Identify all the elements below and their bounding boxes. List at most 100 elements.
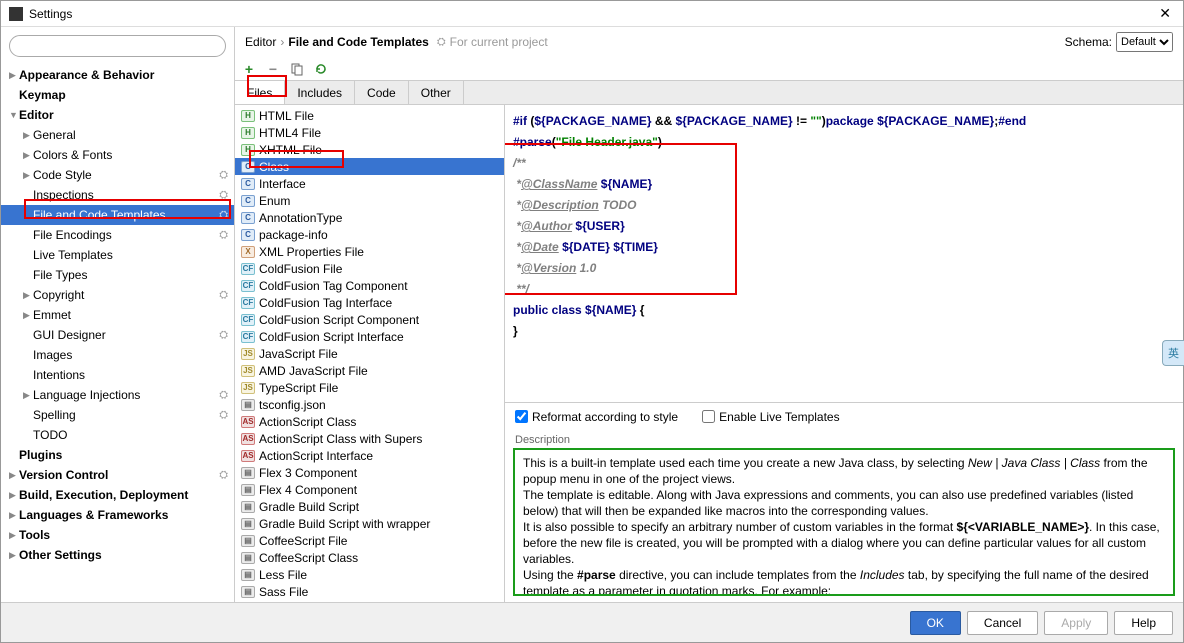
file-item[interactable]: CAnnotationType <box>235 209 504 226</box>
schema-select[interactable]: Default <box>1116 32 1173 52</box>
file-item[interactable]: ▤Less File <box>235 566 504 583</box>
sidebar-item-spelling[interactable]: Spelling⛭ <box>1 405 234 425</box>
file-item[interactable]: ▤Flex 4 Component <box>235 481 504 498</box>
file-item[interactable]: ▤Gradle Build Script with wrapper <box>235 515 504 532</box>
file-item[interactable]: XXML Properties File <box>235 243 504 260</box>
file-item[interactable]: ASActionScript Class with Supers <box>235 430 504 447</box>
dialog-footer: OK Cancel Apply Help <box>1 602 1183 642</box>
tab-includes[interactable]: Includes <box>285 81 355 104</box>
sidebar-item-file-encodings[interactable]: File Encodings⛭ <box>1 225 234 245</box>
file-item[interactable]: ▤CoffeeScript Class <box>235 549 504 566</box>
breadcrumb-current: File and Code Templates <box>288 35 428 49</box>
file-item[interactable]: HXHTML File <box>235 141 504 158</box>
breadcrumb-parent[interactable]: Editor <box>245 35 276 49</box>
file-item[interactable]: JSTypeScript File <box>235 379 504 396</box>
refresh-button[interactable] <box>313 61 329 77</box>
editor-pane: #if (${PACKAGE_NAME} && ${PACKAGE_NAME} … <box>505 105 1183 602</box>
file-type-icon: C <box>241 195 255 207</box>
file-item[interactable]: CFColdFusion Tag Interface <box>235 294 504 311</box>
sidebar-item-images[interactable]: Images <box>1 345 234 365</box>
gear-icon: ⛭ <box>219 329 228 342</box>
file-item[interactable]: HHTML File <box>235 107 504 124</box>
breadcrumb: Editor › File and Code Templates ⛭ For c… <box>235 27 1183 57</box>
file-type-icon: C <box>241 212 255 224</box>
template-editor[interactable]: #if (${PACKAGE_NAME} && ${PACKAGE_NAME} … <box>505 105 1183 402</box>
file-type-icon: JS <box>241 382 255 394</box>
file-item[interactable]: CFColdFusion Script Interface <box>235 328 504 345</box>
template-tabs: FilesIncludesCodeOther <box>235 81 1183 105</box>
sidebar-item-appearance-behavior[interactable]: ▶Appearance & Behavior <box>1 65 234 85</box>
reformat-checkbox[interactable]: Reformat according to style <box>515 410 678 424</box>
file-item[interactable]: ASActionScript Interface <box>235 447 504 464</box>
file-type-icon: ▤ <box>241 484 255 496</box>
copy-button[interactable] <box>289 61 305 77</box>
sidebar-item-inspections[interactable]: Inspections⛭ <box>1 185 234 205</box>
ime-badge[interactable]: 英 <box>1162 340 1184 366</box>
sidebar-item-language-injections[interactable]: ▶Language Injections⛭ <box>1 385 234 405</box>
live-templates-checkbox[interactable]: Enable Live Templates <box>702 410 840 424</box>
description-box: This is a built-in template used each ti… <box>513 448 1175 596</box>
file-item[interactable]: JSAMD JavaScript File <box>235 362 504 379</box>
file-item[interactable]: CFColdFusion Tag Component <box>235 277 504 294</box>
remove-button[interactable]: − <box>265 61 281 77</box>
file-type-icon: C <box>241 178 255 190</box>
titlebar: Settings ✕ <box>1 1 1183 27</box>
sidebar-item-keymap[interactable]: Keymap <box>1 85 234 105</box>
tab-files[interactable]: Files <box>235 81 285 104</box>
sidebar-item-copyright[interactable]: ▶Copyright⛭ <box>1 285 234 305</box>
file-item[interactable]: Cpackage-info <box>235 226 504 243</box>
sidebar-item-gui-designer[interactable]: GUI Designer⛭ <box>1 325 234 345</box>
tab-code[interactable]: Code <box>355 81 409 104</box>
ok-button[interactable]: OK <box>910 611 961 635</box>
file-type-icon: ▤ <box>241 569 255 581</box>
template-file-list[interactable]: HHTML FileHHTML4 FileHXHTML FileCClassCI… <box>235 105 505 602</box>
file-item[interactable]: CClass <box>235 158 504 175</box>
sidebar-item-other-settings[interactable]: ▶Other Settings <box>1 545 234 565</box>
sidebar-item-plugins[interactable]: Plugins <box>1 445 234 465</box>
cancel-button[interactable]: Cancel <box>967 611 1038 635</box>
sidebar-item-build-execution-deployment[interactable]: ▶Build, Execution, Deployment <box>1 485 234 505</box>
file-item[interactable]: ▤Flex 3 Component <box>235 464 504 481</box>
sidebar-item-tools[interactable]: ▶Tools <box>1 525 234 545</box>
sidebar-item-live-templates[interactable]: Live Templates <box>1 245 234 265</box>
file-type-icon: AS <box>241 433 255 445</box>
file-item[interactable]: CEnum <box>235 192 504 209</box>
schema-label: Schema: <box>1065 35 1112 49</box>
file-item[interactable]: CFColdFusion Script Component <box>235 311 504 328</box>
gear-icon: ⛭ <box>219 389 228 402</box>
apply-button[interactable]: Apply <box>1044 611 1108 635</box>
file-type-icon: ▤ <box>241 586 255 598</box>
file-type-icon: X <box>241 246 255 258</box>
search-input[interactable] <box>9 35 226 57</box>
file-type-icon: CF <box>241 280 255 292</box>
file-item[interactable]: HHTML4 File <box>235 124 504 141</box>
close-icon[interactable]: ✕ <box>1155 5 1175 22</box>
file-item[interactable]: ▤Sass File <box>235 583 504 600</box>
sidebar-item-intentions[interactable]: Intentions <box>1 365 234 385</box>
sidebar-item-colors-fonts[interactable]: ▶Colors & Fonts <box>1 145 234 165</box>
file-item[interactable]: CFColdFusion File <box>235 260 504 277</box>
sidebar-item-file-and-code-templates[interactable]: File and Code Templates⛭ <box>1 205 234 225</box>
sidebar-item-code-style[interactable]: ▶Code Style⛭ <box>1 165 234 185</box>
file-item[interactable]: JSJavaScript File <box>235 345 504 362</box>
sidebar-item-todo[interactable]: TODO <box>1 425 234 445</box>
file-item[interactable]: ▤tsconfig.json <box>235 396 504 413</box>
file-item[interactable]: CInterface <box>235 175 504 192</box>
help-button[interactable]: Help <box>1114 611 1173 635</box>
sidebar-item-file-types[interactable]: File Types <box>1 265 234 285</box>
sidebar-item-editor[interactable]: ▼Editor <box>1 105 234 125</box>
sidebar-item-version-control[interactable]: ▶Version Control⛭ <box>1 465 234 485</box>
sidebar-item-general[interactable]: ▶General <box>1 125 234 145</box>
file-item[interactable]: ASActionScript Class <box>235 413 504 430</box>
sidebar-item-emmet[interactable]: ▶Emmet <box>1 305 234 325</box>
file-item[interactable]: ▤CoffeeScript File <box>235 532 504 549</box>
sidebar-item-languages-frameworks[interactable]: ▶Languages & Frameworks <box>1 505 234 525</box>
file-type-icon: ▤ <box>241 518 255 530</box>
template-options: Reformat according to style Enable Live … <box>505 402 1183 430</box>
tab-other[interactable]: Other <box>409 81 464 104</box>
settings-tree: ▶Appearance & BehaviorKeymap▼Editor▶Gene… <box>1 65 234 602</box>
add-button[interactable]: + <box>241 61 257 77</box>
gear-icon: ⛭ <box>219 169 228 182</box>
file-type-icon: AS <box>241 450 255 462</box>
file-item[interactable]: ▤Gradle Build Script <box>235 498 504 515</box>
